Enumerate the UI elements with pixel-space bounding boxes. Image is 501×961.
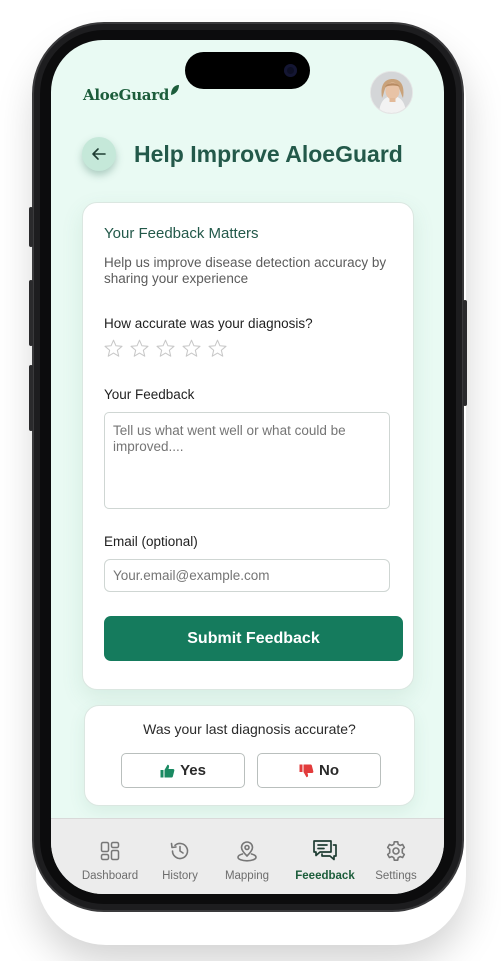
- card-description: Help us improve disease detection accura…: [104, 255, 387, 286]
- email-label: Email (optional): [104, 534, 198, 549]
- submit-feedback-button[interactable]: Submit Feedback: [104, 616, 403, 661]
- avatar-image: [371, 72, 412, 113]
- nav-label-mapping: Mapping: [224, 870, 270, 882]
- back-button[interactable]: [82, 137, 116, 171]
- camera-icon: [284, 64, 297, 77]
- star-icon-4[interactable]: [181, 338, 202, 359]
- no-button[interactable]: No: [257, 753, 381, 788]
- brand-logo[interactable]: AloeGuard: [83, 84, 180, 104]
- app-screen: AloeGuard Help Improve AloeGuard Your Fe…: [51, 40, 444, 894]
- nav-item-dashboard[interactable]: Dashboard: [75, 819, 145, 894]
- star-icon-1[interactable]: [103, 338, 124, 359]
- no-label: No: [319, 762, 339, 779]
- feedback-textarea[interactable]: [104, 412, 390, 509]
- dashboard-icon: [100, 839, 120, 863]
- poll-question: Was your last diagnosis accurate?: [143, 721, 356, 737]
- device-volume-down: [29, 365, 33, 431]
- yes-label: Yes: [180, 762, 206, 779]
- history-icon: [169, 839, 191, 863]
- star-icon-3[interactable]: [155, 338, 176, 359]
- nav-label-feedback: Feeedback: [295, 870, 355, 882]
- nav-label-settings: Settings: [375, 870, 417, 882]
- dynamic-island: [185, 52, 310, 89]
- nav-item-history[interactable]: History: [145, 819, 215, 894]
- feedback-form-card: Your Feedback Matters Help us improve di…: [82, 202, 414, 690]
- star-icon-5[interactable]: [207, 338, 228, 359]
- feedback-label: Your Feedback: [104, 387, 195, 402]
- leaf-icon: [171, 85, 180, 95]
- arrow-left-icon: [92, 148, 106, 160]
- star-icon-2[interactable]: [129, 338, 150, 359]
- brand-name: AloeGuard: [83, 86, 170, 104]
- map-pin-icon: [236, 839, 258, 863]
- nav-item-feedback[interactable]: Feeedback: [290, 819, 360, 894]
- nav-label-dashboard: Dashboard: [81, 870, 139, 882]
- thumbs-up-icon: [160, 764, 175, 777]
- nav-item-settings[interactable]: Settings: [361, 819, 431, 894]
- yes-button[interactable]: Yes: [121, 753, 245, 788]
- star-rating[interactable]: [103, 338, 228, 359]
- card-title: Your Feedback Matters: [104, 225, 259, 242]
- nav-label-history: History: [162, 870, 198, 882]
- bottom-navigation: Dashboard History Mapping Feeedback Sett…: [51, 818, 444, 894]
- nav-item-mapping[interactable]: Mapping: [212, 819, 282, 894]
- user-avatar[interactable]: [370, 71, 413, 114]
- device-power-button: [463, 300, 467, 406]
- rating-label: How accurate was your diagnosis?: [104, 316, 313, 331]
- device-volume-up: [29, 280, 33, 346]
- thumbs-down-icon: [299, 764, 314, 777]
- quick-poll-card: Was your last diagnosis accurate? Yes No: [84, 705, 415, 806]
- device-silent-switch: [29, 207, 33, 247]
- feedback-icon: [312, 839, 338, 863]
- email-field[interactable]: [104, 559, 390, 592]
- page-title: Help Improve AloeGuard: [134, 141, 403, 167]
- gear-icon: [385, 839, 407, 863]
